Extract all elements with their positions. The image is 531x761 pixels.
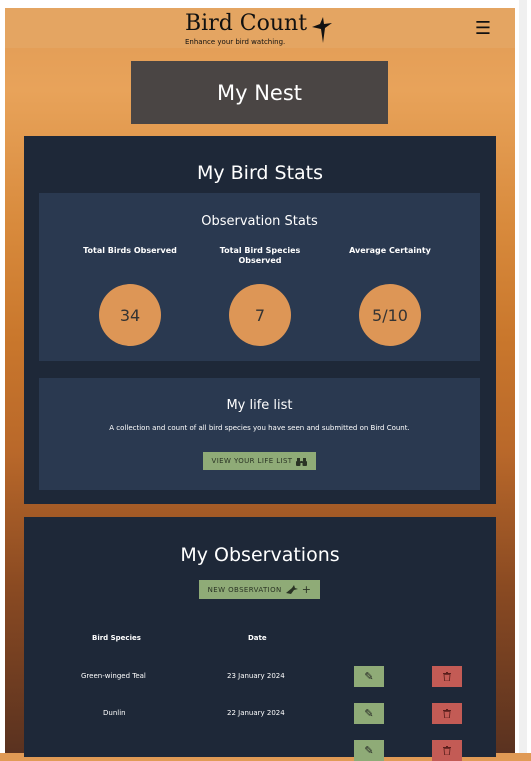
navbar: Bird Count Enhance your bird watching. ☰ [5, 8, 515, 48]
binoculars-icon [296, 457, 308, 466]
observations-title: My Observations [180, 544, 340, 566]
trash-icon [443, 709, 451, 718]
trash-icon [443, 746, 451, 755]
species-cell: Dunlin [103, 709, 126, 717]
page-title: My Nest [131, 61, 388, 124]
delete-button[interactable] [432, 740, 462, 761]
date-cell: 22 January 2024 [227, 709, 285, 717]
trash-icon [443, 672, 451, 681]
stat-label: Total Birds Observed [83, 246, 177, 255]
edit-button[interactable]: ✎ [354, 666, 384, 687]
plus-icon: + [301, 583, 312, 596]
stat-value: 5/10 [359, 284, 421, 346]
life-list-card: My life list A collection and count of a… [39, 378, 480, 490]
brand-name: Bird Count [185, 11, 308, 36]
observations-panel: My Observations NEW OBSERVATION + Bird S… [24, 517, 496, 761]
stat-total-birds: Total Birds Observed 34 [75, 246, 185, 346]
scrollbar[interactable] [515, 0, 531, 753]
bird-logo-icon [312, 17, 332, 43]
bird-stats-panel: My Bird Stats Observation Stats Total Bi… [24, 136, 496, 504]
observation-stats-title: Observation Stats [201, 214, 318, 229]
pencil-icon: ✎ [364, 707, 374, 720]
stat-value: 7 [229, 284, 291, 346]
stat-average-certainty: Average Certainty 5/10 [335, 246, 445, 346]
column-header-date: Date [248, 634, 267, 642]
species-cell: Green-winged Teal [81, 672, 146, 680]
bird-icon [285, 585, 298, 594]
life-list-description: A collection and count of all bird speci… [109, 424, 410, 432]
new-observation-button[interactable]: NEW OBSERVATION + [199, 580, 320, 599]
stat-value: 34 [99, 284, 161, 346]
stat-label: Average Certainty [349, 246, 431, 255]
delete-button[interactable] [432, 666, 462, 687]
edit-button[interactable]: ✎ [354, 740, 384, 761]
life-list-title: My life list [226, 398, 293, 413]
brand-logo[interactable]: Bird Count Enhance your bird watching. [185, 11, 335, 47]
view-life-list-label: VIEW YOUR LIFE LIST [211, 457, 293, 465]
bird-stats-title: My Bird Stats [196, 162, 324, 184]
delete-button[interactable] [432, 703, 462, 724]
stat-label: Total Bird Species Observed [219, 246, 301, 265]
menu-icon[interactable]: ☰ [475, 18, 491, 39]
pencil-icon: ✎ [364, 744, 374, 757]
brand-tagline: Enhance your bird watching. [185, 38, 286, 46]
new-observation-label: NEW OBSERVATION [207, 585, 282, 594]
column-header-species: Bird Species [92, 634, 141, 642]
date-cell: 23 January 2024 [227, 672, 285, 680]
observation-stats-card: Observation Stats Total Birds Observed 3… [39, 193, 480, 361]
edit-button[interactable]: ✎ [354, 703, 384, 724]
pencil-icon: ✎ [364, 670, 374, 683]
view-life-list-button[interactable]: VIEW YOUR LIFE LIST [203, 452, 316, 470]
stat-total-species: Total Bird Species Observed 7 [205, 246, 315, 346]
